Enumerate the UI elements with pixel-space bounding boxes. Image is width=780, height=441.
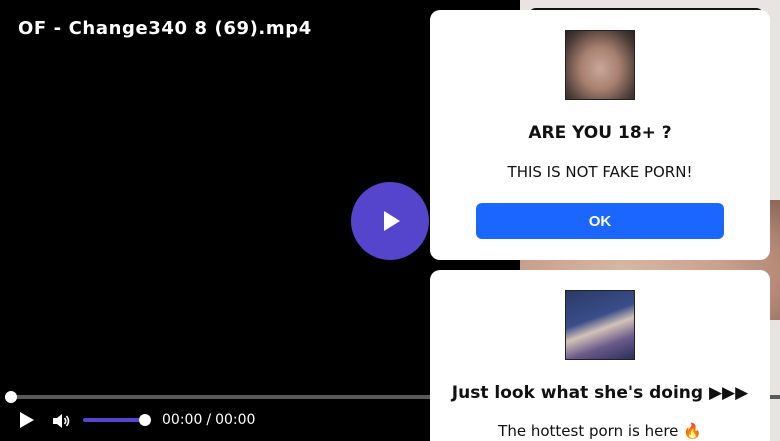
video-title: OF - Change340 8 (69).mp4	[18, 18, 312, 39]
time-display: 00:00/00:00	[162, 412, 255, 428]
play-icon	[384, 211, 400, 231]
time-separator: /	[206, 412, 212, 428]
popup-text: THIS IS NOT FAKE PORN!	[507, 163, 693, 181]
volume-knob[interactable]	[139, 414, 151, 426]
promo-title[interactable]: Just look what she's doing ▶▶▶	[430, 383, 770, 403]
control-bar: 00:00/00:00	[0, 405, 430, 435]
promo-popup[interactable]: Just look what she's doing ▶▶▶ The hotte…	[430, 270, 770, 441]
popup-thumbnail[interactable]	[565, 30, 635, 100]
play-button[interactable]	[18, 411, 36, 429]
popup-thumbnail[interactable]	[565, 290, 635, 360]
duration: 00:00	[215, 412, 256, 428]
volume-icon	[53, 414, 70, 428]
age-popup: ARE YOU 18+ ? THIS IS NOT FAKE PORN! OK	[430, 10, 770, 260]
progress-knob[interactable]	[5, 391, 17, 403]
volume-slider[interactable]	[83, 414, 151, 426]
current-time: 00:00	[162, 412, 203, 428]
play-icon	[20, 412, 34, 428]
popup-title: ARE YOU 18+ ?	[528, 123, 672, 143]
ok-button[interactable]: OK	[476, 203, 724, 239]
mute-button[interactable]	[52, 412, 72, 430]
promo-text[interactable]: The hottest porn is here 🔥	[430, 422, 770, 440]
big-play-button[interactable]	[351, 182, 429, 260]
